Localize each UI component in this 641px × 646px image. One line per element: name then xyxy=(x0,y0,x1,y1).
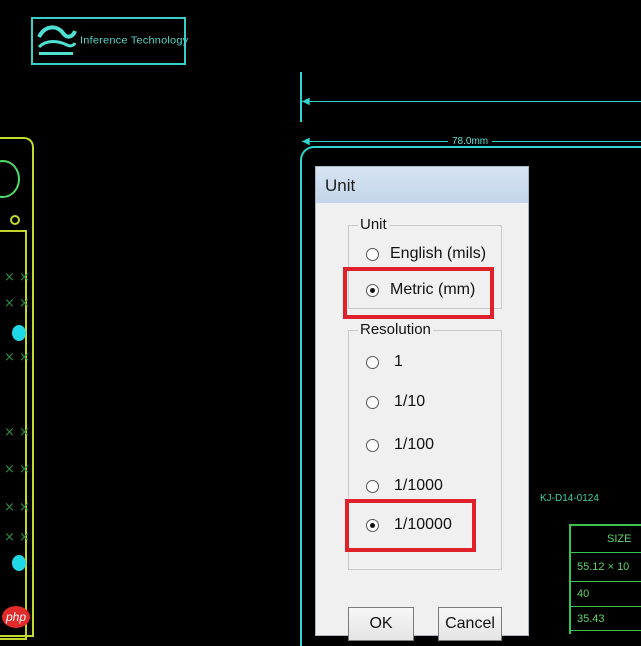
table-row: 55.12 × 10 xyxy=(577,561,630,573)
resolution-group-label: Resolution xyxy=(358,321,433,338)
via-icon xyxy=(10,215,20,225)
table-row: 40 xyxy=(577,588,590,600)
unit-dialog: Unit Unit English (mils) Metric (mm) Res… xyxy=(315,166,529,641)
radio-resolution-1-100[interactable]: 1/100 xyxy=(366,436,466,458)
radio-english-mils[interactable]: English (mils) xyxy=(366,245,506,267)
radio-resolution-1-10000[interactable]: 1/10000 xyxy=(366,516,466,538)
table-header: SIZE xyxy=(607,533,632,545)
unit-group-label: Unit xyxy=(358,216,389,233)
radio-button-selected-icon[interactable] xyxy=(366,284,379,297)
radio-resolution-1-1000[interactable]: 1/1000 xyxy=(366,477,466,499)
pad-mark-icon: × × xyxy=(4,350,30,365)
connector-pin-icon xyxy=(12,555,26,571)
size-table: SIZE 55.12 × 10 40 35.43 xyxy=(569,524,641,634)
radio-resolution-1-10[interactable]: 1/10 xyxy=(366,393,466,415)
pad-mark-icon: × × xyxy=(4,462,30,477)
pad-mark-icon: × × xyxy=(4,425,30,440)
radio-label: English (mils) xyxy=(390,245,487,262)
radio-button-icon[interactable] xyxy=(366,356,379,369)
radio-button-icon[interactable] xyxy=(366,396,379,409)
radio-label: 1/1000 xyxy=(394,477,443,494)
radio-label: 1 xyxy=(394,353,403,370)
radio-resolution-1[interactable]: 1 xyxy=(366,353,466,375)
ok-button[interactable]: OK xyxy=(348,607,414,641)
radio-label: 1/100 xyxy=(394,436,435,453)
pad-mark-icon: × × xyxy=(4,296,30,311)
logo-text: Inference Technology xyxy=(80,35,189,47)
radio-button-selected-icon[interactable] xyxy=(366,519,379,532)
wave-logo-icon xyxy=(37,25,77,55)
table-row: 35.43 xyxy=(577,613,605,625)
watermark-badge: php xyxy=(2,606,30,628)
pad-mark-icon: × × xyxy=(4,270,30,285)
radio-button-icon[interactable] xyxy=(366,480,379,493)
arrow-left-icon: ◀ xyxy=(302,136,310,147)
radio-button-icon[interactable] xyxy=(366,439,379,452)
pad-mark-icon: × × xyxy=(4,530,30,545)
cancel-button[interactable]: Cancel xyxy=(438,607,502,641)
radio-label: 1/10 xyxy=(394,393,426,410)
arrow-left-icon: ◀ xyxy=(302,96,310,107)
dialog-body: Unit English (mils) Metric (mm) Resoluti… xyxy=(318,203,526,641)
connector-pin-icon xyxy=(12,325,26,341)
radio-button-icon[interactable] xyxy=(366,248,379,261)
radio-metric-mm[interactable]: Metric (mm) xyxy=(366,281,486,303)
dialog-titlebar[interactable]: Unit xyxy=(316,167,528,203)
part-label: KJ-D14-0124 xyxy=(540,493,599,504)
radio-label: 1/10000 xyxy=(394,516,452,533)
dialog-title: Unit xyxy=(325,176,356,195)
pad-mark-icon: × × xyxy=(4,500,30,515)
radio-label: Metric (mm) xyxy=(390,281,476,298)
dimension-line-top xyxy=(302,101,641,102)
